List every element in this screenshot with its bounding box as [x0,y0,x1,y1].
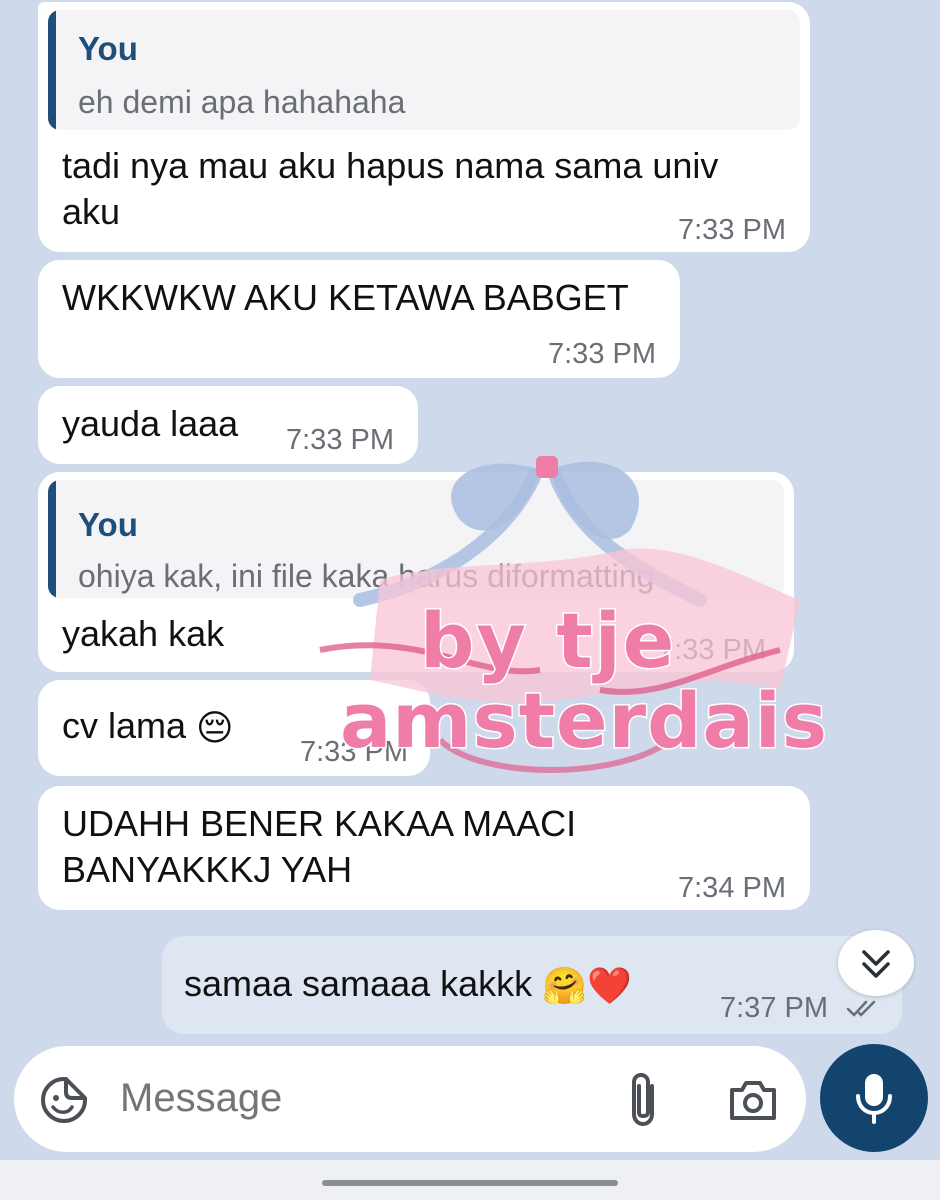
microphone-icon [856,1074,892,1124]
message-bubble-incoming[interactable]: cv lama 😔 7:33 PM [38,680,430,776]
system-navigation-bar [0,1160,940,1200]
message-composer[interactable] [14,1046,806,1152]
reply-author: You [78,30,138,67]
message-bubble-outgoing[interactable]: samaa samaaa kakkk 🤗❤️ 7:37 PM [162,936,902,1034]
sticker-icon[interactable] [38,1074,90,1126]
reply-accent-bar [48,10,56,130]
reply-quote[interactable]: You eh demi apa hahahaha [48,10,800,130]
message-text-body: cv lama [62,705,187,746]
message-time: 7:33 PM [300,736,408,768]
message-text: yauda laaa [62,403,239,444]
message-text: tadi nya mau aku hapus nama sama univ [62,145,719,186]
message-time: 7:33 PM [548,338,656,370]
reply-accent-bar [48,480,56,598]
message-text-body: samaa samaaa kakkk [184,963,533,1004]
message-time: 7:33 PM [286,424,394,456]
message-input[interactable] [120,1076,580,1121]
message-text: BANYAKKKJ YAH [62,849,353,890]
message-bubble-incoming[interactable]: You eh demi apa hahahaha tadi nya mau ak… [38,2,810,252]
hugging-heart-emoji: 🤗❤️ [542,965,632,1007]
message-time: 7:34 PM [678,872,786,904]
scroll-to-bottom-button[interactable] [838,930,914,996]
message-text: yakah kak [62,613,225,654]
pensive-face-emoji: 😔 [196,707,234,749]
double-chevron-down-icon [862,950,890,978]
home-gesture-handle[interactable] [322,1180,618,1186]
reply-quote[interactable]: You ohiya kak, ini file kaka harus difor… [48,480,784,598]
voice-record-button[interactable] [820,1044,928,1152]
reply-text: ohiya kak, ini file kaka harus diformatt… [78,558,655,594]
paperclip-icon[interactable] [624,1070,664,1130]
camera-icon[interactable] [726,1076,780,1124]
message-text: samaa samaaa kakkk 🤗❤️ [184,962,632,1008]
message-bubble-incoming[interactable]: yauda laaa 7:33 PM [38,386,418,464]
double-check-icon [846,1000,876,1017]
message-text: WKKWKW AKU KETAWA BABGET [62,277,629,318]
reply-author: You [78,506,138,543]
message-time: 7:33 PM [678,214,786,246]
reply-text: eh demi apa hahahaha [78,84,406,120]
message-bubble-incoming[interactable]: UDAHH BENER KAKAA MAACI BANYAKKKJ YAH 7:… [38,786,810,910]
message-bubble-incoming[interactable]: WKKWKW AKU KETAWA BABGET 7:33 PM [38,260,680,378]
message-time: 7:33 PM [658,634,766,666]
message-text: UDAHH BENER KAKAA MAACI [62,803,577,844]
message-text: aku [62,191,121,232]
message-bubble-incoming[interactable]: You ohiya kak, ini file kaka harus difor… [38,472,794,672]
message-text: cv lama 😔 [62,704,234,750]
message-time: 7:37 PM [720,992,828,1024]
